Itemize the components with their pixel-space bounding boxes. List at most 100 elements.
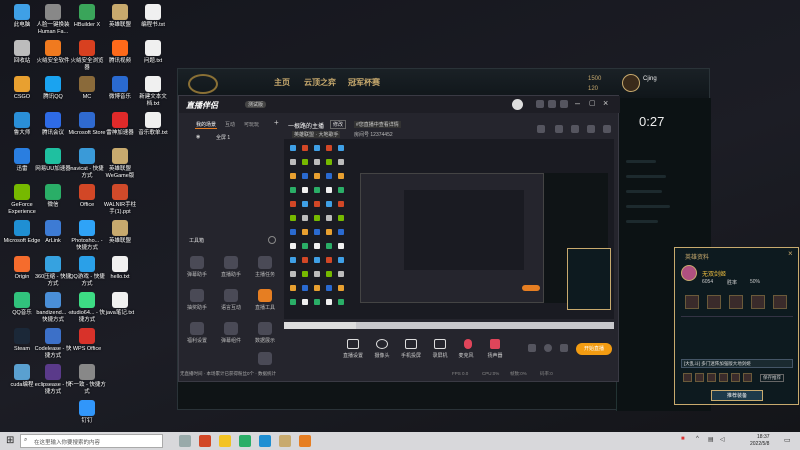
tool-icon[interactable] bbox=[224, 289, 238, 302]
tray-volume-icon[interactable]: ◁ bbox=[720, 436, 725, 443]
tool-icon[interactable] bbox=[190, 322, 204, 335]
room-subtitle[interactable]: #您直播中查看详情 bbox=[354, 121, 401, 128]
lol-nav-home[interactable]: 主页 bbox=[274, 77, 290, 88]
friend-list-item[interactable] bbox=[626, 190, 662, 193]
add-scene-button[interactable]: + bbox=[274, 118, 279, 127]
tab-scenes[interactable]: 我的场景 bbox=[196, 121, 216, 128]
record-icon[interactable] bbox=[571, 125, 579, 133]
friend-list-item[interactable] bbox=[626, 175, 666, 178]
app-icon bbox=[79, 4, 95, 20]
preview-icon bbox=[338, 159, 344, 165]
rune-icon[interactable] bbox=[773, 295, 787, 309]
desktop-icon-label: 新建文本文档.txt bbox=[139, 94, 167, 107]
speaker-icon[interactable] bbox=[490, 339, 500, 349]
menu-icon[interactable] bbox=[560, 100, 568, 108]
lol-nav-worlds[interactable]: 冠军杯赛 bbox=[348, 77, 380, 88]
save-recommend-button[interactable]: 保存推荐 bbox=[760, 374, 784, 382]
rune-icon[interactable] bbox=[751, 295, 765, 309]
settings-icon[interactable] bbox=[587, 125, 595, 133]
edge-taskbar-icon[interactable] bbox=[259, 435, 271, 447]
desktop-icon-label: 360压缩 - 快捷方式 bbox=[34, 274, 72, 287]
stream-app-taskbar-icon[interactable] bbox=[299, 435, 311, 447]
clock-date[interactable]: 2022/5/8 bbox=[750, 441, 769, 447]
minimize-button[interactable]: – bbox=[575, 98, 580, 108]
screenshot-icon[interactable] bbox=[555, 125, 563, 133]
screen-record-icon[interactable] bbox=[434, 339, 446, 349]
friend-list-item[interactable] bbox=[626, 220, 658, 223]
room-game[interactable]: 英雄联盟 · 大地歌手 bbox=[292, 131, 341, 138]
lol-taskbar-icon[interactable] bbox=[279, 435, 291, 447]
preview-icon bbox=[314, 173, 320, 179]
rune-icon[interactable] bbox=[685, 295, 699, 309]
app-icon bbox=[112, 220, 128, 236]
toolbox-more-icon[interactable] bbox=[268, 236, 276, 244]
tab-interact[interactable]: 互动 bbox=[225, 121, 235, 128]
beauty-icon[interactable] bbox=[544, 344, 552, 352]
app-icon bbox=[112, 4, 128, 20]
tray-chevron-icon[interactable]: ^ bbox=[696, 436, 699, 442]
clock-time[interactable]: 18:37 bbox=[757, 434, 770, 440]
app-icon bbox=[14, 364, 30, 380]
live-settings-icon[interactable] bbox=[347, 339, 359, 349]
preview-icon bbox=[314, 285, 320, 291]
tab-play[interactable]: 可玩玩 bbox=[244, 121, 259, 128]
camera-icon[interactable] bbox=[376, 339, 388, 349]
preview-icon bbox=[326, 299, 332, 305]
user-avatar[interactable] bbox=[512, 99, 523, 110]
room-edit-button[interactable]: 修改 bbox=[330, 120, 347, 129]
tool-icon[interactable] bbox=[258, 352, 272, 365]
preview-icon bbox=[290, 229, 296, 235]
eye-icon[interactable]: ◉ bbox=[196, 134, 200, 140]
phone-cast-icon[interactable] bbox=[405, 339, 417, 349]
settings-icon[interactable] bbox=[536, 100, 544, 108]
layout-icon[interactable] bbox=[537, 125, 545, 133]
app-icon bbox=[45, 328, 61, 344]
preview-icon bbox=[326, 229, 332, 235]
rune-icon[interactable] bbox=[707, 295, 721, 309]
tool-icon[interactable] bbox=[258, 289, 272, 302]
desktop-icon-label: 英雄联盟 bbox=[108, 238, 131, 244]
tray-antivirus-icon[interactable]: ■ bbox=[681, 436, 685, 442]
preview-icon bbox=[302, 271, 308, 277]
tool-label: 语言互动 bbox=[220, 305, 241, 311]
video-icon[interactable] bbox=[528, 344, 536, 352]
start-live-button[interactable]: 开始直播 bbox=[576, 343, 612, 355]
scene-name[interactable]: 全屏 1 bbox=[216, 134, 230, 141]
gear-icon[interactable] bbox=[560, 344, 568, 352]
task-view-icon[interactable] bbox=[179, 435, 191, 447]
build-dropdown[interactable]: [大乱斗] 多门迷阵加强版大地剑姬 bbox=[681, 359, 793, 368]
popup-close-icon[interactable]: × bbox=[788, 249, 793, 258]
app-icon bbox=[145, 40, 161, 56]
maximize-button[interactable]: ▢ bbox=[589, 99, 596, 107]
tool-icon[interactable] bbox=[190, 256, 204, 269]
avatar[interactable] bbox=[622, 74, 640, 92]
recommend-items-button[interactable]: 推荐装备 bbox=[711, 390, 763, 401]
tool-icon[interactable] bbox=[190, 289, 204, 302]
desktop-icon[interactable]: eclipsease - 快捷方式 bbox=[34, 362, 72, 408]
notification-icon[interactable]: ▭ bbox=[784, 436, 791, 444]
tool-icon[interactable] bbox=[224, 322, 238, 335]
share-icon[interactable] bbox=[603, 125, 611, 133]
lol-logo[interactable] bbox=[188, 74, 218, 94]
message-icon[interactable] bbox=[548, 100, 556, 108]
lol-nav-tft[interactable]: 云顶之弈 bbox=[304, 77, 336, 88]
search-box[interactable]: ⌕ 在这里输入你要搜索的内容 bbox=[20, 434, 163, 448]
office-taskbar-icon[interactable] bbox=[199, 435, 211, 447]
windows-start-icon[interactable]: ⊞ bbox=[6, 435, 14, 446]
microphone-icon[interactable] bbox=[464, 339, 472, 349]
desktop-icon[interactable]: 音乐歌单.txt bbox=[134, 110, 172, 156]
rune-icon[interactable] bbox=[729, 295, 743, 309]
tray-network-icon[interactable]: ▤ bbox=[708, 436, 714, 443]
friend-list-item[interactable] bbox=[626, 160, 656, 163]
preview-icon bbox=[314, 215, 320, 221]
app-icon bbox=[14, 220, 30, 236]
tool-icon[interactable] bbox=[258, 256, 272, 269]
preview-icon bbox=[338, 173, 344, 179]
close-button[interactable]: × bbox=[603, 98, 608, 108]
desktop-icon[interactable]: java笔记.txt bbox=[101, 290, 139, 336]
wechat-taskbar-icon[interactable] bbox=[239, 435, 251, 447]
file-explorer-icon[interactable] bbox=[219, 435, 231, 447]
tool-icon[interactable] bbox=[258, 322, 272, 335]
friend-list-item[interactable] bbox=[626, 205, 670, 208]
tool-icon[interactable] bbox=[224, 256, 238, 269]
